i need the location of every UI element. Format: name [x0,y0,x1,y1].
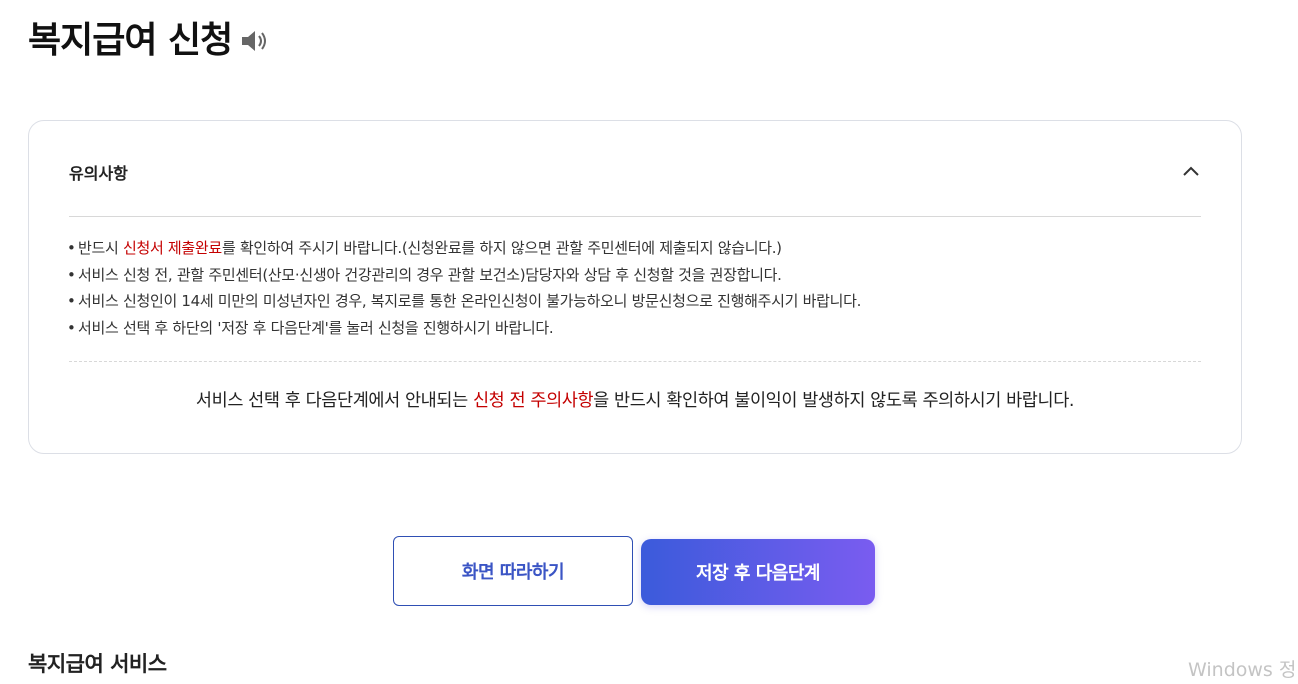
bullet: • [67,239,76,257]
notice-card: 유의사항 • 반드시 신청서 제출완료를 확인하여 주시기 바랍니다.(신청완료를… [28,120,1242,454]
notice-divider [69,216,1201,217]
notice-accordion-header[interactable]: 유의사항 [69,147,1201,197]
windows-activation-watermark: Windows 정 [1188,659,1297,681]
follow-screen-button[interactable]: 화면 따라하기 [393,536,633,606]
notice-item-text: 를 확인하여 주시기 바랍니다.(신청완료를 하지 않으면 관할 주민센터에 제… [221,239,782,257]
notice-item: • 서비스 선택 후 하단의 '저장 후 다음단계'를 눌러 신청을 진행하시기 … [67,315,1201,342]
section-title: 복지급여 서비스 [28,652,167,676]
notice-footer: 서비스 선택 후 다음단계에서 안내되는 신청 전 주의사항을 반드시 확인하여… [29,387,1241,412]
notice-list: • 반드시 신청서 제출완료를 확인하여 주시기 바랍니다.(신청완료를 하지 않… [67,235,1201,341]
notice-dashed-divider [69,361,1201,362]
notice-item-text: 서비스 신청 전, 관할 주민센터(산모·신생아 건강관리의 경우 관할 보건소… [78,265,782,284]
notice-footer-text: 을 반드시 확인하여 불이익이 발생하지 않도록 주의하시기 바랍니다. [593,391,1075,411]
page-header: 복지급여 신청 [28,18,270,64]
bullet: • [67,265,76,284]
notice-footer-highlight: 신청 전 주의사항 [472,391,594,411]
notice-item-text: 서비스 선택 후 하단의 '저장 후 다음단계'를 눌러 신청을 진행하시기 바… [78,318,554,337]
notice-item-text: 반드시 [78,239,123,257]
bullet: • [67,292,76,310]
notice-item-text: 서비스 신청인이 14세 미만의 미성년자인 경우, 복지로를 통한 온라인신청… [78,292,862,310]
notice-title: 유의사항 [69,164,128,183]
notice-footer-text: 서비스 선택 후 다음단계에서 안내되는 [195,391,473,411]
save-next-button[interactable]: 저장 후 다음단계 [641,539,875,605]
notice-item: • 서비스 신청인이 14세 미만의 미성년자인 경우, 복지로를 통한 온라인신… [67,288,1201,315]
notice-item-highlight: 신청서 제출완료 [122,239,222,257]
speaker-icon[interactable] [240,29,270,53]
notice-item: • 반드시 신청서 제출완료를 확인하여 주시기 바랍니다.(신청완료를 하지 않… [67,235,1201,262]
notice-item: • 서비스 신청 전, 관할 주민센터(산모·신생아 건강관리의 경우 관할 보건… [67,262,1201,289]
chevron-up-icon[interactable] [1181,162,1201,182]
bullet: • [67,318,76,337]
page-title: 복지급여 신청 [28,20,233,61]
